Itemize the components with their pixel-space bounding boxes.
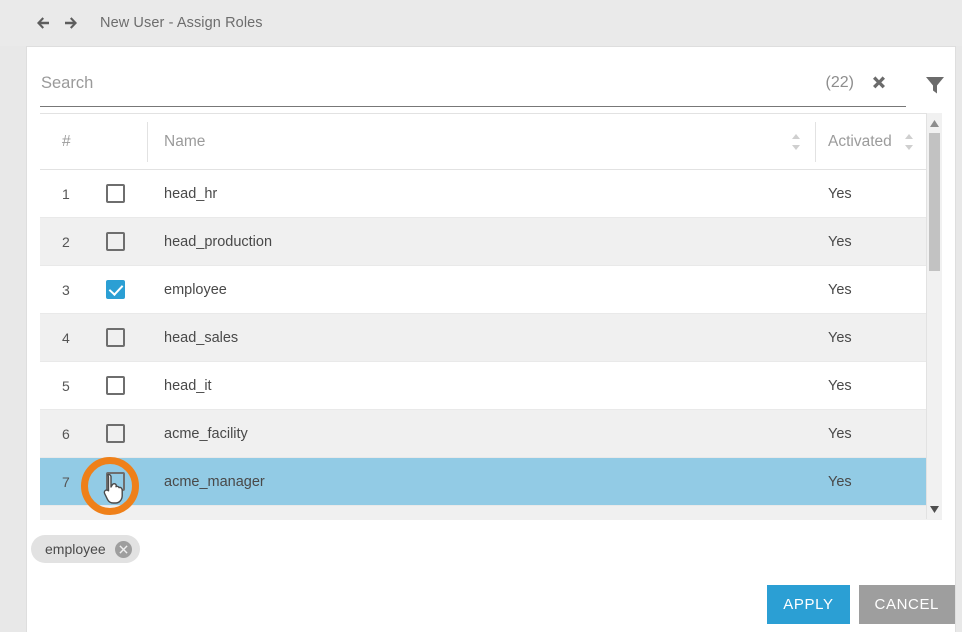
dialog-actions: APPLY CANCEL — [767, 585, 955, 624]
table-row[interactable]: 3 employee Yes — [40, 266, 942, 314]
row-checkbox-cell — [80, 472, 148, 491]
row-checkbox-cell — [80, 184, 148, 203]
row-checkbox-cell — [80, 232, 148, 251]
row-checkbox-cell — [80, 280, 148, 299]
table-vertical-scrollbar[interactable] — [926, 113, 942, 519]
row-activated: Yes — [816, 426, 942, 442]
row-number: 5 — [40, 378, 80, 394]
row-activated: Yes — [816, 234, 942, 250]
role-chip-label: employee — [45, 541, 106, 557]
column-header-name[interactable]: Name — [148, 122, 816, 162]
breadcrumb-bar: New User - Assign Roles — [0, 0, 962, 46]
table-row[interactable]: 5 head_it Yes — [40, 362, 942, 410]
row-activated: Yes — [816, 378, 942, 394]
row-activated: Yes — [816, 330, 942, 346]
cancel-button[interactable]: CANCEL — [859, 585, 955, 624]
roles-table: # Name Activated — [40, 113, 942, 519]
table-body: 1 head_hr Yes 2 head_production Yes 3 — [40, 170, 942, 520]
row-name: head_it — [148, 378, 816, 394]
arrow-right-icon[interactable] — [60, 12, 82, 34]
row-name: head_sales — [148, 330, 816, 346]
table-row[interactable]: 7 acme_manager Yes — [40, 458, 942, 506]
filter-funnel-icon[interactable] — [923, 73, 947, 97]
selected-roles-chips: employee — [31, 529, 140, 569]
row-number: 3 — [40, 282, 80, 298]
assign-roles-panel: (22) # Name — [26, 46, 956, 632]
table-row[interactable]: 1 head_hr Yes — [40, 170, 942, 218]
table-row[interactable]: 4 head_sales Yes — [40, 314, 942, 362]
result-count: (22) — [826, 74, 854, 92]
close-x-icon[interactable] — [868, 73, 890, 95]
row-activated: Yes — [816, 186, 942, 202]
row-checkbox-cell — [80, 376, 148, 395]
table-row[interactable]: 6 acme_facility Yes — [40, 410, 942, 458]
row-checkbox[interactable] — [106, 232, 125, 251]
page-title: New User - Assign Roles — [100, 15, 263, 31]
chip-remove-icon[interactable] — [115, 541, 132, 558]
table-row[interactable]: 2 head_production Yes — [40, 218, 942, 266]
table-header-row: # Name Activated — [40, 113, 942, 170]
row-number: 4 — [40, 330, 80, 346]
row-checkbox[interactable] — [106, 424, 125, 443]
row-checkbox[interactable] — [106, 376, 125, 395]
row-number: 1 — [40, 186, 80, 202]
row-checkbox-cell — [80, 328, 148, 347]
row-number: 6 — [40, 426, 80, 442]
column-header-number-label: # — [62, 133, 71, 151]
row-number: 2 — [40, 234, 80, 250]
row-checkbox-cell — [80, 424, 148, 443]
column-header-name-label: Name — [164, 133, 205, 151]
search-input[interactable] — [41, 74, 771, 93]
scrollbar-thumb[interactable] — [929, 133, 940, 271]
row-name: acme_manager — [148, 474, 816, 490]
apply-button[interactable]: APPLY — [767, 585, 849, 624]
column-header-activated-label: Activated — [828, 133, 892, 151]
column-header-number: # — [40, 122, 148, 162]
row-checkbox[interactable] — [106, 472, 125, 491]
arrow-left-icon[interactable] — [32, 12, 54, 34]
row-activated: Yes — [816, 282, 942, 298]
row-activated: Yes — [816, 474, 942, 490]
search-field[interactable]: (22) — [40, 61, 906, 107]
column-header-activated[interactable]: Activated — [816, 114, 942, 169]
caret-down-icon[interactable] — [927, 501, 942, 517]
role-chip[interactable]: employee — [31, 535, 140, 563]
table-row-partial[interactable] — [40, 506, 942, 520]
sort-indicator-name-icon[interactable] — [791, 133, 801, 151]
row-checkbox[interactable] — [106, 328, 125, 347]
row-name: head_hr — [148, 186, 816, 202]
search-row: (22) — [40, 61, 942, 113]
caret-up-icon[interactable] — [927, 115, 942, 131]
row-name: acme_facility — [148, 426, 816, 442]
row-checkbox[interactable] — [106, 184, 125, 203]
row-number: 7 — [40, 474, 80, 490]
row-checkbox[interactable] — [106, 280, 125, 299]
row-name: employee — [148, 282, 816, 298]
sort-indicator-activated-icon[interactable] — [904, 133, 914, 151]
row-name: head_production — [148, 234, 816, 250]
